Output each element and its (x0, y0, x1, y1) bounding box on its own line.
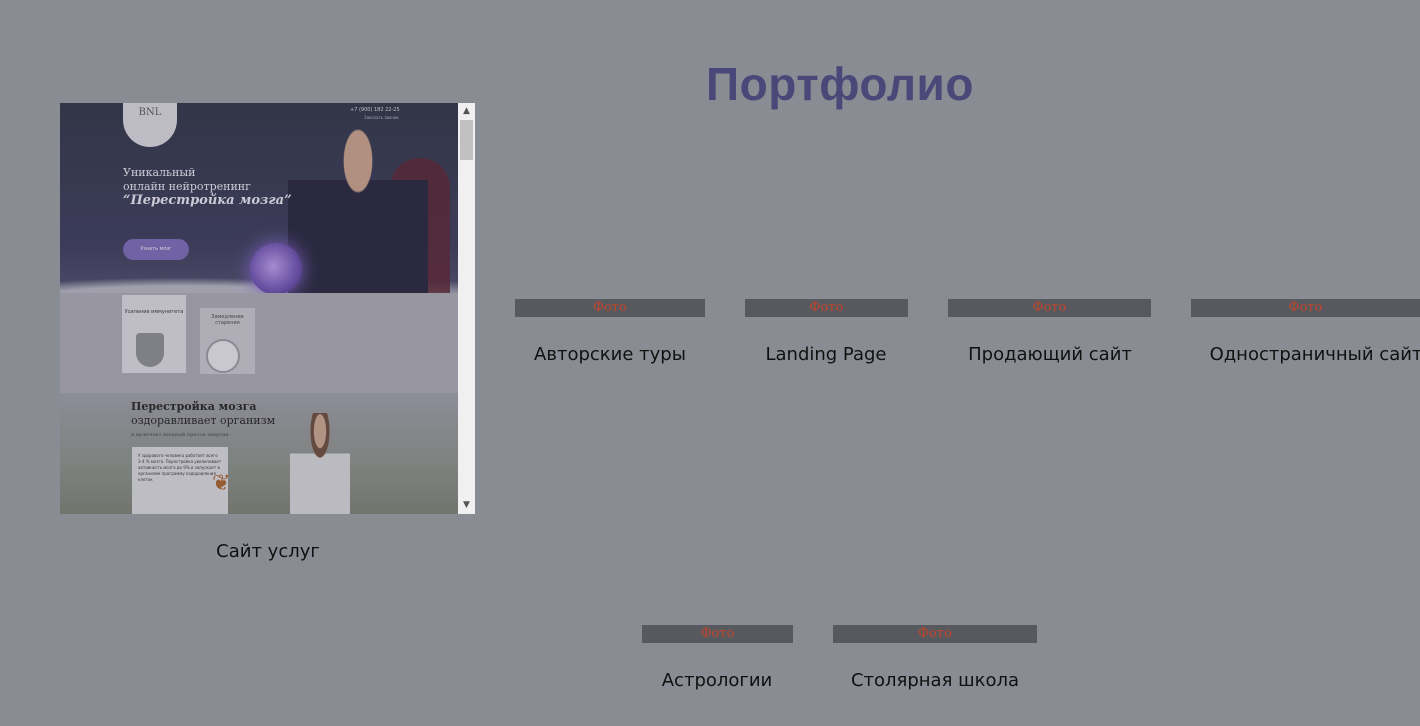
chevron-down-icon[interactable]: ▼ (458, 497, 475, 514)
scrollbar-thumb[interactable] (460, 120, 473, 160)
project-photo-placeholder[interactable]: Фото (948, 299, 1151, 317)
featured-caption[interactable]: Сайт услуг (216, 541, 320, 562)
chevron-up-icon[interactable]: ▲ (458, 103, 475, 120)
featured-preview-frame[interactable]: BNL +7 (900) 182 22-25 Заказать звонок У… (60, 103, 475, 514)
featured-preview-content[interactable]: BNL +7 (900) 182 22-25 Заказать звонок У… (60, 103, 458, 514)
preview-scrollbar[interactable]: ▲ ▼ (458, 103, 475, 514)
project-caption-tours[interactable]: Авторские туры (534, 344, 686, 365)
project-photo-placeholder[interactable]: Фото (833, 625, 1037, 643)
project-caption-carpentry[interactable]: Столярная школа (851, 670, 1019, 691)
preview-dim-overlay (60, 103, 458, 514)
project-photo-placeholder[interactable]: Фото (745, 299, 908, 317)
project-photo-placeholder[interactable]: Фото (515, 299, 705, 317)
project-photo-placeholder[interactable]: Фото (642, 625, 793, 643)
project-caption-onepage[interactable]: Одностраничный сайт (1210, 344, 1420, 365)
project-photo-placeholder[interactable]: Фото (1191, 299, 1420, 317)
project-caption-astrology[interactable]: Астрологии (662, 670, 773, 691)
project-caption-landing[interactable]: Landing Page (765, 344, 886, 365)
project-caption-selling[interactable]: Продающий сайт (968, 344, 1132, 365)
